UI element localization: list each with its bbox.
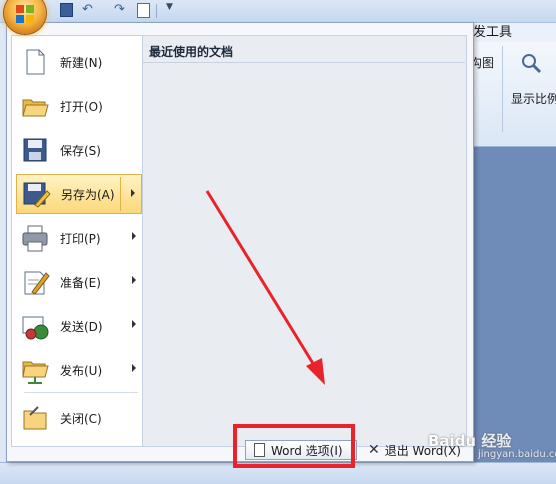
menu-item-prepare[interactable]: 准备(E) [16, 262, 142, 302]
customize-toolbar-icon[interactable]: ▼ [166, 2, 173, 12]
prepare-icon [20, 267, 50, 297]
undo-icon[interactable]: ↶ [82, 3, 96, 17]
menu-item-label: 保存(S) [60, 143, 101, 158]
menu-separator [24, 392, 138, 393]
menu-item-send[interactable]: 发送(D) [16, 306, 142, 346]
new-document-icon [20, 47, 50, 77]
office-logo-icon [16, 5, 34, 23]
menu-item-label: 关闭(C) [60, 411, 102, 426]
menu-item-save[interactable]: 保存(S) [16, 130, 142, 170]
menu-item-close[interactable]: 关闭(C) [16, 398, 142, 438]
send-icon [20, 311, 50, 341]
ribbon-divider [502, 46, 503, 132]
zoom-button-label[interactable]: 显示比例 [511, 90, 556, 107]
zoom-icon[interactable] [520, 52, 542, 74]
menu-item-label: 新建(N) [60, 55, 103, 70]
submenu-arrow-icon[interactable] [132, 232, 136, 240]
menu-item-save-as[interactable]: 另存为(A) [16, 174, 142, 214]
submenu-arrow-icon[interactable] [132, 276, 136, 284]
recent-documents-panel: 最近使用的文档 [143, 35, 467, 447]
menu-item-print[interactable]: 打印(P) [16, 218, 142, 258]
menu-item-label: 准备(E) [60, 275, 101, 290]
menu-item-label: 发布(U) [60, 363, 103, 378]
submenu-arrow-icon[interactable] [131, 189, 135, 197]
publish-icon [20, 355, 50, 385]
annotation-highlight-box [233, 424, 355, 468]
save-disk-icon [20, 135, 50, 165]
tab-developer[interactable]: 发工具 [470, 22, 556, 43]
menu-item-new[interactable]: 新建(N) [16, 42, 142, 82]
menu-item-label: 打开(O) [60, 99, 103, 114]
printer-icon [20, 223, 50, 253]
title-bar: ↶ ↷ ▼ [0, 0, 556, 23]
recent-documents-title: 最近使用的文档 [149, 45, 234, 59]
recent-divider [143, 62, 465, 63]
close-folder-icon [20, 403, 50, 433]
print-preview-icon[interactable] [137, 3, 150, 18]
menu-item-label: 打印(P) [60, 231, 101, 246]
open-folder-icon [20, 91, 50, 121]
redo-icon[interactable]: ↷ [114, 3, 128, 17]
close-icon: ✕ [368, 442, 380, 458]
submenu-split [120, 177, 121, 211]
menu-item-open[interactable]: 打开(O) [16, 86, 142, 126]
watermark: Baidu 经验 [428, 432, 512, 450]
document-area [470, 147, 556, 462]
office-menu: 新建(N) 打开(O) 保存(S) 另存为(A) 打印(P) 准备(E) 发送(… [6, 22, 474, 462]
save-as-icon [21, 179, 51, 209]
menu-item-label: 发送(D) [60, 319, 103, 334]
menu-commands-panel: 新建(N) 打开(O) 保存(S) 另存为(A) 打印(P) 准备(E) 发送(… [11, 35, 143, 447]
submenu-arrow-icon[interactable] [132, 364, 136, 372]
menu-item-publish[interactable]: 发布(U) [16, 350, 142, 390]
menu-item-label: 另存为(A) [61, 187, 115, 202]
toolbar-divider [156, 4, 157, 18]
submenu-arrow-icon[interactable] [132, 320, 136, 328]
quick-save-icon[interactable] [60, 3, 73, 17]
watermark-url: jingyan.baidu.com [478, 449, 556, 460]
